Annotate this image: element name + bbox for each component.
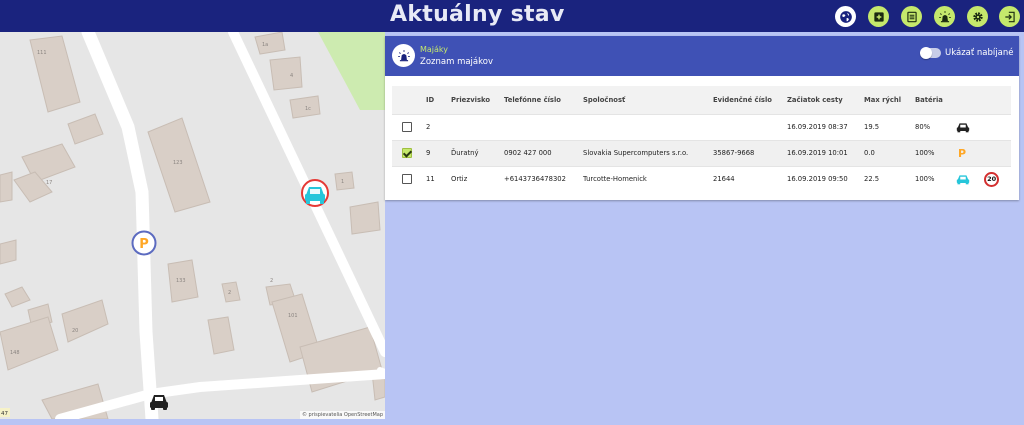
list-button[interactable]: [901, 6, 922, 27]
column-header: Evidenčné číslo: [713, 86, 787, 114]
cell-id: 9: [426, 139, 451, 166]
cell-status: 20: [956, 165, 1011, 192]
header-status: [956, 86, 1011, 114]
cell-phone: +6143736478302: [504, 165, 583, 192]
panel-avatar: [392, 44, 415, 67]
cell-reg: [713, 113, 787, 140]
beacon-panel: Majáky Zoznam majákov Ukázať nabíjané ID…: [385, 36, 1019, 200]
cell-battery: 100%: [915, 139, 956, 166]
column-header: Spoločnosť: [583, 86, 713, 114]
parking-icon: P: [139, 237, 149, 252]
table-row[interactable]: 11 Ortiz +6143736478302 Turcotte-Homenic…: [392, 165, 1011, 192]
cell-phone: [504, 113, 583, 140]
building-label: 123: [173, 160, 183, 166]
building-label: 111: [37, 50, 47, 56]
speed-limit-badge: 20: [984, 171, 1000, 187]
building-label: 1c: [305, 106, 311, 112]
settings-button[interactable]: [967, 6, 988, 27]
add-box-icon: [873, 11, 884, 22]
building-label: 2: [228, 290, 231, 296]
building-label: 2: [270, 278, 273, 284]
map-attribution[interactable]: © prispievatelia OpenStreetMap: [299, 411, 385, 419]
cell-company: Slovakia Supercomputers s.r.o.: [583, 139, 713, 166]
globe-button[interactable]: [835, 6, 856, 27]
row-checkbox[interactable]: [402, 174, 412, 185]
toggle-knob[interactable]: [920, 47, 932, 59]
building-label: 101: [288, 313, 298, 319]
list-icon: [906, 11, 917, 22]
cell-speed: 0.0: [864, 139, 915, 166]
cell-start: 16.09.2019 09:50: [787, 165, 864, 192]
logout-button[interactable]: [999, 6, 1020, 27]
cell-id: 2: [426, 113, 451, 140]
cell-surname: Ortiz: [451, 165, 504, 192]
column-header: Telefónne číslo: [504, 86, 583, 114]
panel-title: Majáky: [420, 45, 449, 54]
beacon-icon: [397, 49, 410, 61]
parking-marker[interactable]: P: [131, 230, 157, 256]
column-header: Začiatok cesty: [787, 86, 864, 114]
page-title: Aktuálny stav: [390, 2, 565, 27]
column-header: Priezvisko: [451, 86, 504, 114]
car-icon: [956, 175, 970, 185]
building-label: 20: [72, 328, 78, 334]
cell-phone: 0902 427 000: [504, 139, 583, 166]
globe-icon: [839, 10, 852, 23]
map-canvas: 111 1a 4 1c 17 1 123 133 2 2 101 148 20 …: [0, 32, 385, 419]
cell-reg: 21644: [713, 165, 787, 192]
panel-header: Majáky Zoznam majákov Ukázať nabíjané: [385, 36, 1019, 76]
column-header: Batéria: [915, 86, 956, 114]
cell-id: 11: [426, 165, 451, 192]
cell-reg: 35867-9668: [713, 139, 787, 166]
beacon-table: ID Priezvisko Telefónne číslo Spoločnosť…: [392, 86, 1011, 192]
map-view[interactable]: 111 1a 4 1c 17 1 123 133 2 2 101 148 20 …: [0, 32, 385, 419]
settings-icon: [972, 11, 983, 22]
cell-battery: 80%: [915, 113, 956, 140]
cell-company: [583, 113, 713, 140]
car-marker-speeding[interactable]: [301, 179, 329, 207]
map-edge-label: 47: [1, 411, 8, 417]
add-beacon-button[interactable]: [868, 6, 889, 27]
cell-start: 16.09.2019 08:37: [787, 113, 864, 140]
cell-surname: [451, 113, 504, 140]
parking-icon: P: [958, 146, 967, 160]
show-charged-label[interactable]: Ukázať nabíjané: [945, 48, 1013, 58]
cell-status: [956, 113, 1011, 140]
cell-company: Turcotte-Homenick: [583, 165, 713, 192]
cell-start: 16.09.2019 10:01: [787, 139, 864, 166]
logout-icon: [1004, 11, 1015, 22]
show-charged-toggle[interactable]: [920, 47, 941, 59]
car-icon: [956, 122, 970, 132]
top-bar: Aktuálny stav: [0, 0, 1024, 32]
table-header-row: ID Priezvisko Telefónne číslo Spoločnosť…: [392, 86, 1011, 114]
column-header: ID: [426, 86, 451, 114]
table-row[interactable]: 2 16.09.2019 08:37 19.5 80%: [392, 113, 1011, 140]
cell-surname: Ďuratný: [451, 139, 504, 166]
column-header: Max rýchl: [864, 86, 915, 114]
row-checkbox[interactable]: [402, 122, 412, 132]
cell-status: P: [956, 139, 1011, 166]
table-row[interactable]: 9 Ďuratný 0902 427 000 Slovakia Supercom…: [392, 139, 1011, 166]
cell-speed: 22.5: [864, 165, 915, 192]
building-label: 133: [176, 278, 186, 284]
beacons-button[interactable]: [934, 6, 955, 27]
row-checkbox-checked[interactable]: [402, 148, 412, 158]
building-label: 4: [290, 73, 293, 79]
cell-battery: 100%: [915, 165, 956, 192]
building-label: 1: [341, 179, 344, 185]
building-label: 148: [10, 350, 20, 356]
building-label: 17: [46, 180, 52, 186]
panel-subtitle: Zoznam majákov: [420, 57, 493, 67]
beacon-icon: [938, 10, 951, 22]
header-select: [392, 86, 426, 114]
cell-speed: 19.5: [864, 113, 915, 140]
building-label: 1a: [262, 42, 268, 48]
